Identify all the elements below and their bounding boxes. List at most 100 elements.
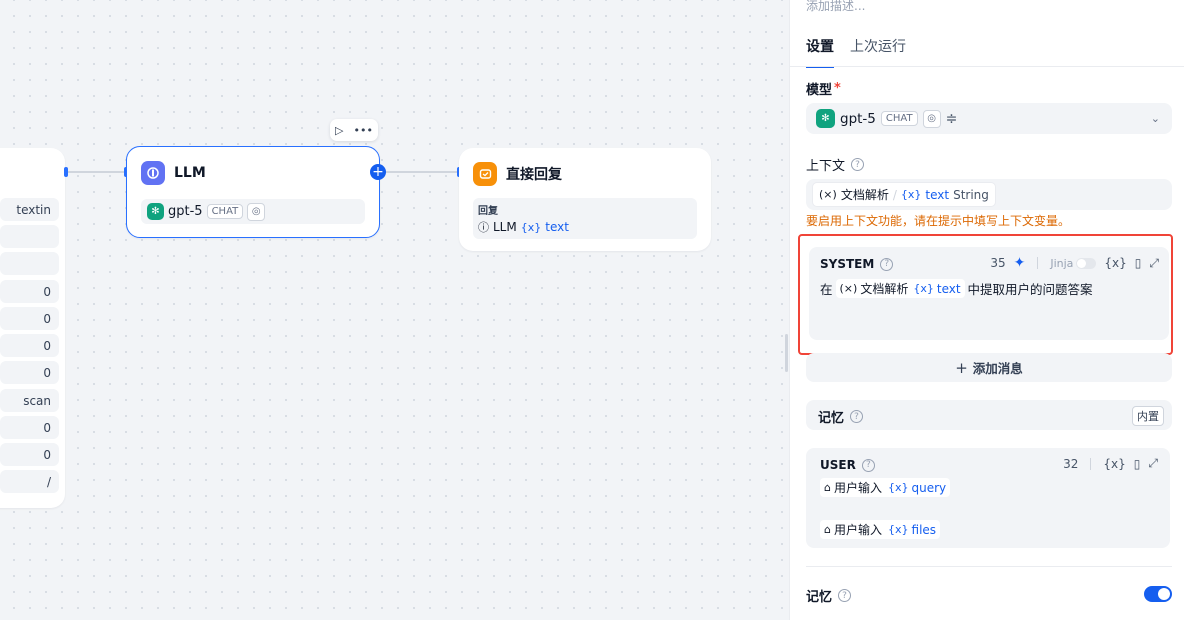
output-row: / <box>0 470 59 493</box>
direct-reply-node[interactable]: 直接回复 回复 ⓘ LLM {x} text <box>459 148 711 251</box>
prompt-text-after: 中提取用户的问题答案 <box>967 282 1093 297</box>
variable-icon: {x} <box>913 282 934 295</box>
output-value: 0 <box>43 311 51 326</box>
help-icon[interactable]: ? <box>850 410 864 423</box>
openai-icon: ✻ <box>147 203 164 220</box>
inline-variable-chip: (×) 文档解析 {x} text <box>835 279 965 298</box>
prompt-content[interactable]: 在 (×) 文档解析 {x} text 中提取用户的问题答案 <box>820 279 1093 298</box>
help-icon[interactable]: ? <box>880 257 894 271</box>
node-variable-icon: (×) <box>819 188 837 201</box>
context-selector[interactable]: (×) 文档解析 / {x} text String <box>806 179 1172 210</box>
params-icon[interactable]: ≑ <box>946 111 958 127</box>
output-value: textin <box>16 202 51 217</box>
output-row: 0 <box>0 416 59 439</box>
memory-section: 记忆 ? 内置 <box>806 400 1172 430</box>
plus-icon: + <box>955 358 968 377</box>
jinja-label: Jinja <box>1050 256 1074 270</box>
home-icon: ⌂ <box>824 481 831 494</box>
user-prompt-editor[interactable]: USER ? 32 {x} ▯ ⤢ ⌂ 用户输入 {x} query ⌂ 用户输… <box>806 448 1170 548</box>
prompt-tools: 35 ✦ Jinja {x} ▯ ⤢ <box>990 255 1159 271</box>
output-value: 0 <box>43 365 51 380</box>
prompt-role-text: USER <box>820 458 856 472</box>
reply-label: 回复 <box>478 206 498 217</box>
prompt-role: USER ? <box>820 458 875 472</box>
model-label: 模型 * <box>806 79 841 98</box>
jinja-toggle[interactable]: Jinja <box>1050 256 1097 270</box>
user-prompt-line: ⌂ 用户输入 {x} files <box>820 520 941 539</box>
output-value: scan <box>23 393 51 408</box>
variable-icon: {x} <box>900 188 922 201</box>
panel-resize-handle[interactable] <box>785 334 788 372</box>
run-icon[interactable]: ▷ <box>335 124 343 137</box>
prompt-role: SYSTEM ? <box>820 257 894 271</box>
token-count: 32 <box>1063 456 1079 471</box>
inline-variable-chip: ⌂ 用户输入 {x} query <box>820 478 951 497</box>
edge-left-to-llm <box>65 171 126 173</box>
node-variable-icon: (×) <box>839 282 858 295</box>
output-value: / <box>46 474 51 489</box>
node-toolbar: ▷ ••• <box>330 119 378 141</box>
copy-icon[interactable]: ▯ <box>1134 457 1141 471</box>
output-value: 0 <box>43 420 51 435</box>
workflow-canvas[interactable]: textin 0 0 0 0 scan 0 0 / ▷ ••• LLM ✻ gp… <box>0 0 789 620</box>
llm-node[interactable]: LLM ✻ gpt-5 CHAT ◎ <box>126 146 380 238</box>
reply-icon <box>473 162 497 186</box>
llm-small-icon: ⓘ <box>478 221 489 234</box>
builtin-badge: 内置 <box>1132 406 1164 426</box>
jinja-switch[interactable] <box>1076 257 1097 269</box>
variable-name: text <box>545 220 569 234</box>
more-icon[interactable]: ••• <box>354 124 373 137</box>
node-header: 直接回复 <box>473 162 562 186</box>
add-message-button[interactable]: + 添加消息 <box>806 353 1172 382</box>
insert-variable-icon[interactable]: {x} <box>1103 457 1125 471</box>
help-icon[interactable]: ? <box>851 158 865 171</box>
context-label-text: 上下文 <box>806 159 846 174</box>
add-node-icon[interactable]: + <box>370 164 386 180</box>
chat-badge: CHAT <box>880 111 918 126</box>
user-prompt-line: ⌂ 用户输入 {x} query <box>820 478 951 497</box>
context-warning: 要启用上下文功能，请在提示中填写上下文变量。 <box>806 214 1071 228</box>
output-row: 0 <box>0 280 59 303</box>
variable-source: LLM <box>493 220 517 234</box>
model-name: gpt-5 <box>168 204 203 219</box>
ai-generate-icon[interactable]: ✦ <box>1014 255 1026 271</box>
memory-switch[interactable] <box>1144 586 1172 602</box>
output-value: 0 <box>43 338 51 353</box>
help-icon[interactable]: ? <box>861 458 875 472</box>
context-variable-chip[interactable]: (×) 文档解析 / {x} text String <box>812 182 996 207</box>
output-handle[interactable] <box>64 167 68 177</box>
copy-icon[interactable]: ▯ <box>1135 256 1142 270</box>
system-prompt-editor[interactable]: SYSTEM ? 35 ✦ Jinja {x} ▯ ⤢ 在 (×) 文档解析 {… <box>809 247 1169 340</box>
variable-node: 文档解析 <box>860 282 909 296</box>
tab-last-run[interactable]: 上次运行 <box>850 36 906 68</box>
tab-settings[interactable]: 设置 <box>806 36 834 68</box>
panel-tabs: 设置 上次运行 <box>806 36 906 68</box>
insert-variable-icon[interactable]: {x} <box>1104 256 1126 270</box>
context-label: 上下文 ? <box>806 155 865 174</box>
help-icon[interactable]: ? <box>838 589 852 602</box>
output-row <box>0 225 59 248</box>
variable-name: files <box>911 522 937 537</box>
expand-icon[interactable]: ⤢ <box>1149 256 1159 271</box>
output-row: 0 <box>0 443 59 466</box>
prompt-text-before: 在 <box>820 282 833 297</box>
tool-divider <box>1090 457 1092 470</box>
variable-icon: {x} <box>888 523 909 536</box>
memory-label-text: 记忆 <box>818 411 845 426</box>
output-row: 0 <box>0 334 59 357</box>
memory-toggle-label-text: 记忆 <box>806 590 833 605</box>
home-icon: ⌂ <box>824 523 831 536</box>
expand-icon[interactable]: ⤢ <box>1148 456 1158 471</box>
variable-name: query <box>911 480 947 495</box>
node-header: LLM <box>141 161 206 185</box>
output-value: 0 <box>43 447 51 462</box>
prompt-tools: 32 {x} ▯ ⤢ <box>1063 456 1158 471</box>
model-name: gpt-5 <box>840 110 876 127</box>
doc-parse-node[interactable]: textin 0 0 0 0 scan 0 0 / <box>0 148 65 508</box>
output-row: textin <box>0 198 59 221</box>
context-type: String <box>953 187 989 202</box>
model-select[interactable]: ✻ gpt-5 CHAT ◎ ≑ ⌄ <box>806 103 1172 134</box>
description-input[interactable]: 添加描述... <box>806 0 865 14</box>
output-value: 0 <box>43 284 51 299</box>
node-settings-panel: 添加描述... 设置 上次运行 模型 * ✻ gpt-5 CHAT ◎ ≑ ⌄ 上… <box>789 0 1184 620</box>
